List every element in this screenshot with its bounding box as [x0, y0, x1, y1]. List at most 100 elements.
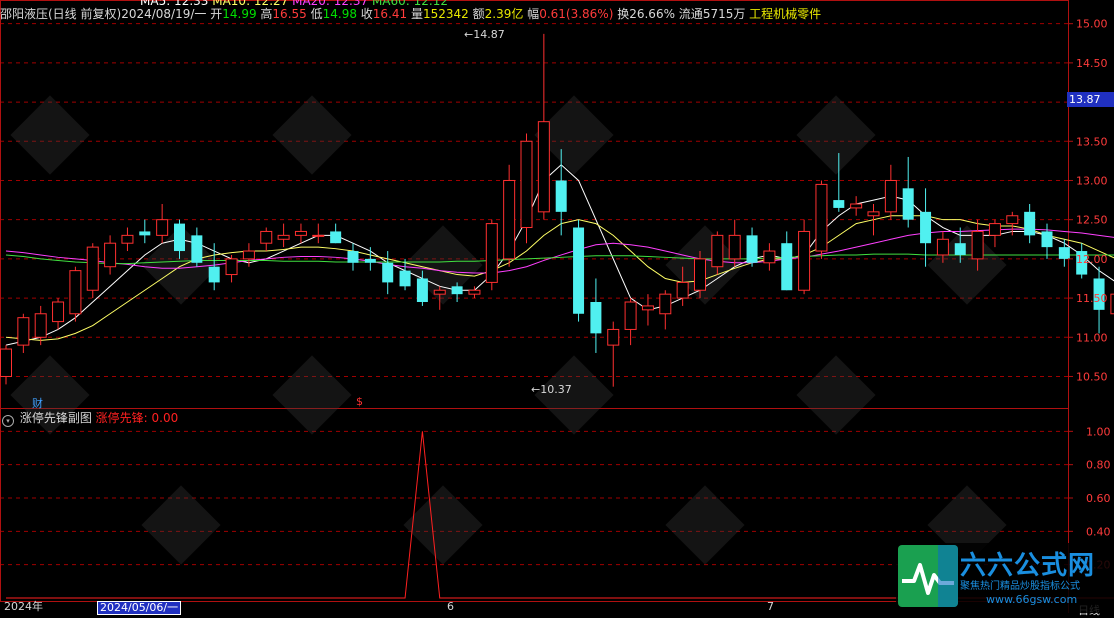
ma-legend-item-1: MA10: 12.27: [212, 0, 292, 8]
candle-body-down: [139, 231, 150, 235]
candle-body-up: [469, 290, 480, 294]
chart-title: 邵阳液压(日线 前复权): [0, 7, 121, 21]
candle-body-down: [781, 243, 792, 290]
candle-body-down: [556, 180, 567, 211]
candle-body-down: [400, 271, 411, 287]
candle-body-down: [417, 278, 428, 302]
candle-body-up: [226, 259, 237, 275]
candle-body-up: [243, 251, 254, 259]
candle-body-up: [157, 220, 168, 236]
stock-info-3: 高: [257, 7, 273, 21]
circle-chevron-icon[interactable]: ▾: [2, 415, 14, 427]
low-price-label: ←10.37: [531, 383, 572, 396]
price-tick-label: 12.50: [1076, 214, 1108, 227]
stock-info-17: 流通: [675, 7, 703, 21]
indicator-tick-label: 0.80: [1086, 459, 1111, 472]
candle-body-down: [452, 286, 463, 294]
indicator-series-label: 涨停先锋: 0.00: [96, 411, 179, 425]
stock-info-14: 0.61(3.86%): [539, 7, 613, 21]
candles-layer: [1, 34, 1114, 387]
watermark-tile: [141, 485, 220, 564]
watermark-layer: [10, 95, 1006, 564]
candle-body-up: [764, 251, 775, 263]
indicator-header: ▾ 涨停先锋副图 涨停先锋: 0.00: [0, 410, 178, 426]
candle-body-down: [1024, 212, 1035, 236]
stock-info-9: 量: [407, 7, 423, 21]
candle-body-down: [590, 302, 601, 333]
candle-body-up: [868, 212, 879, 216]
watermark-tile: [665, 485, 744, 564]
candle-body-up: [538, 122, 549, 212]
price-tick-label: 13.00: [1076, 174, 1108, 187]
price-tick-label: 11.50: [1076, 292, 1108, 305]
stock-info-11: 额: [469, 7, 485, 21]
candle-body-down: [955, 243, 966, 255]
candle-body-up: [1, 349, 12, 376]
candle-body-down: [209, 267, 220, 283]
candle-body-up: [313, 235, 324, 236]
watermark-tile: [796, 95, 875, 174]
candle-body-up: [278, 235, 289, 239]
candle-body-down: [174, 224, 185, 251]
candle-body-down: [348, 251, 359, 263]
indicator-name[interactable]: 涨停先锋副图: [20, 411, 92, 425]
indicator-tick-label: 0.40: [1086, 525, 1111, 538]
dividend-event-marker[interactable]: $: [356, 395, 363, 408]
stock-info-15: 换: [613, 7, 629, 21]
stock-info-12: 2.39亿: [485, 7, 524, 21]
stock-info-2: 14.99: [222, 7, 256, 21]
indicator-tick-label: 0.60: [1086, 492, 1111, 505]
candle-body-up: [87, 247, 98, 290]
finance-event-marker[interactable]: 财: [32, 395, 43, 411]
candle-body-up: [816, 184, 827, 251]
stock-info-line: 2024/08/19/一 开14.99 高16.55 低14.98 收16.41…: [121, 7, 821, 21]
stock-info-13: 幅: [523, 7, 539, 21]
candlestick-chart[interactable]: 15.0014.5014.0013.5013.0012.5012.0011.50…: [0, 0, 1114, 613]
candle-body-up: [642, 306, 653, 310]
watermark-tile: [796, 355, 875, 434]
candle-body-up: [1007, 216, 1018, 224]
arrow-left-icon: ←: [464, 28, 473, 41]
candle-body-up: [295, 231, 306, 235]
candle-body-down: [573, 228, 584, 314]
candle-body-up: [799, 231, 810, 290]
candle-body-up: [695, 259, 706, 290]
candle-body-down: [1059, 247, 1070, 259]
stock-info-1: 开: [206, 7, 222, 21]
candle-body-up: [122, 235, 133, 243]
price-tick-label: 10.50: [1076, 370, 1108, 383]
indicator-tick-label: 1.00: [1086, 425, 1111, 438]
brand-slogan: 聚焦热门精品炒股指标公式: [960, 577, 1080, 592]
stock-info-16: 26.66%: [629, 7, 675, 21]
price-tick-label: 11.00: [1076, 331, 1108, 344]
stock-info-10: 152342: [423, 7, 469, 21]
stock-info-18: 5715万: [703, 7, 746, 21]
ma-legend: MA5: 12.33 MA10: 12.27 MA20: 12.37 MA60:…: [140, 0, 448, 9]
stock-info-0: 2024/08/19/一: [121, 7, 206, 21]
candle-body-down: [1042, 231, 1053, 247]
stock-info-8: 16.41: [373, 7, 407, 21]
current-price-tag: 13.87: [1067, 92, 1114, 107]
candle-body-up: [608, 329, 619, 345]
candle-body-up: [18, 318, 29, 345]
candle-body-up: [660, 294, 671, 314]
candle-body-up: [35, 314, 46, 338]
candle-body-up: [70, 271, 81, 314]
ma-legend-item-3: MA60: 12.12: [372, 0, 448, 8]
stock-info-7: 收: [357, 7, 373, 21]
high-price-label: ←14.87: [464, 28, 505, 41]
watermark-tile: [272, 95, 351, 174]
stock-info-4: 16.55: [272, 7, 306, 21]
price-tick-label: 13.50: [1076, 135, 1108, 148]
ma-legend-item-2: MA20: 12.37: [292, 0, 372, 8]
candle-body-up: [625, 302, 636, 329]
candle-body-up: [504, 180, 515, 258]
candle-body-up: [434, 290, 445, 294]
candle-body-down: [833, 200, 844, 208]
stock-info-19: 工程机械零件: [745, 7, 821, 21]
watermark-tile: [272, 355, 351, 434]
candle-body-up: [851, 204, 862, 208]
candle-body-up: [937, 239, 948, 255]
watermark-tile: [10, 95, 89, 174]
candle-body-up: [885, 180, 896, 211]
